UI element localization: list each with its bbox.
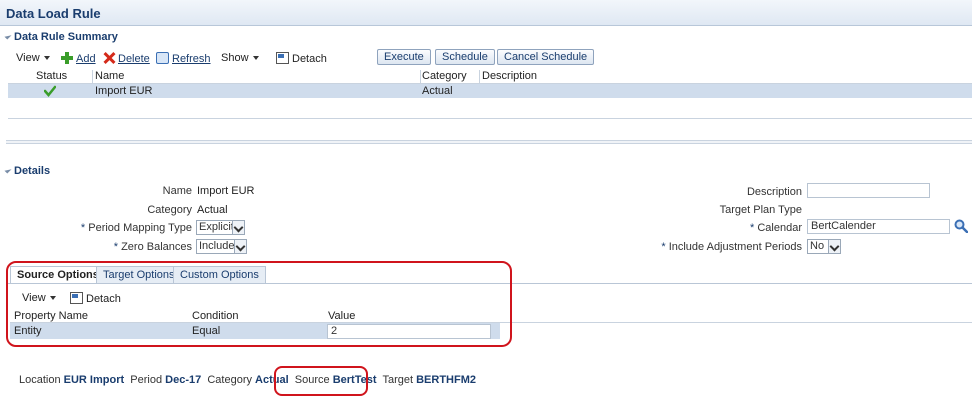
highlight-box-source	[274, 366, 368, 396]
required-marker: *	[113, 241, 118, 253]
description-label: Description	[746, 186, 802, 198]
include-adjustment-select[interactable]: No	[807, 239, 841, 254]
calendar-label: * Calendar	[750, 222, 802, 234]
detach-label: Detach	[292, 53, 327, 65]
name-label: Name	[162, 185, 192, 197]
delete-icon	[103, 52, 115, 64]
name-value: Import EUR	[197, 185, 255, 197]
column-header-name[interactable]: Name	[95, 70, 124, 82]
chevron-down-icon	[43, 56, 50, 60]
period-mapping-value: Explicit	[199, 221, 234, 233]
target-value: BERTHFM2	[416, 374, 476, 386]
zero-balances-label: * Zero Balances	[114, 241, 192, 253]
chevron-down-icon[interactable]	[828, 240, 840, 253]
target-label: Target	[382, 374, 414, 386]
detach-button[interactable]: Detach	[276, 52, 327, 65]
chevron-down-icon	[252, 56, 259, 60]
delete-button[interactable]: Delete	[103, 52, 150, 65]
collapse-icon[interactable]	[4, 32, 12, 40]
target-plan-type-label: Target Plan Type	[719, 204, 802, 216]
column-header-status[interactable]: Status	[36, 70, 67, 82]
details-section-header[interactable]: Details	[4, 165, 51, 177]
refresh-icon	[156, 52, 169, 64]
splitter-handle[interactable]	[6, 140, 972, 144]
details-header-label: Details	[14, 165, 51, 177]
period-mapping-select[interactable]: Explicit	[196, 220, 245, 235]
required-marker: *	[750, 222, 755, 234]
row-name: Import EUR	[95, 85, 153, 97]
delete-label: Delete	[118, 53, 150, 65]
category-label: Category	[147, 204, 192, 216]
calendar-input[interactable]: BertCalender	[807, 219, 950, 234]
show-menu[interactable]: Show	[221, 52, 259, 64]
add-icon	[61, 52, 73, 64]
summary-table-header: Status Name Category Description	[8, 70, 972, 84]
chevron-down-icon[interactable]	[234, 240, 246, 253]
required-marker: *	[661, 241, 666, 253]
view-label: View	[16, 52, 40, 64]
add-label: Add	[76, 53, 96, 65]
required-marker: *	[80, 222, 86, 234]
category-footer-label: Category	[207, 374, 252, 386]
add-button[interactable]: Add	[61, 52, 96, 65]
period-mapping-label-text: Period Mapping Type	[88, 222, 192, 234]
status-footer: Location EUR Import Period Dec-17 Catego…	[19, 374, 476, 386]
refresh-button[interactable]: Refresh	[156, 52, 211, 65]
row-category: Actual	[422, 85, 453, 97]
check-icon	[44, 85, 56, 97]
title-bar: Data Load Rule	[0, 0, 972, 26]
show-label: Show	[221, 52, 249, 64]
description-input[interactable]	[807, 183, 930, 198]
search-icon[interactable]	[954, 219, 968, 233]
calendar-label-text: Calendar	[757, 222, 802, 234]
period-label: Period	[130, 374, 163, 386]
execute-button[interactable]: Execute	[377, 49, 431, 65]
table-bottom-border	[8, 118, 972, 119]
zero-balances-value: Include	[199, 240, 235, 252]
location-label: Location	[19, 374, 61, 386]
zero-balances-select[interactable]: Include	[196, 239, 247, 254]
include-adjustment-label: * Include Adjustment Periods	[661, 241, 802, 253]
location-value: EUR Import	[63, 374, 125, 386]
detach-icon	[276, 52, 289, 64]
column-header-description[interactable]: Description	[482, 70, 537, 82]
table-row[interactable]: Import EUR Actual	[8, 84, 972, 98]
zero-balances-label-text: Zero Balances	[121, 241, 192, 253]
summary-header-label: Data Rule Summary	[14, 31, 118, 43]
chevron-down-icon[interactable]	[232, 221, 244, 234]
category-value: Actual	[197, 204, 228, 216]
include-adjustment-label-text: Include Adjustment Periods	[668, 241, 802, 253]
page-title: Data Load Rule	[6, 6, 101, 21]
period-mapping-label: * Period Mapping Type	[81, 222, 192, 234]
highlight-box-source-options	[6, 261, 512, 347]
view-menu[interactable]: View	[16, 52, 50, 64]
refresh-label: Refresh	[172, 53, 211, 65]
period-value: Dec-17	[165, 374, 202, 386]
schedule-button[interactable]: Schedule	[435, 49, 495, 65]
cancel-schedule-button[interactable]: Cancel Schedule	[497, 49, 595, 65]
include-adjustment-value: No	[810, 240, 825, 252]
column-header-category[interactable]: Category	[422, 70, 467, 82]
collapse-icon[interactable]	[4, 166, 12, 174]
summary-section-header[interactable]: Data Rule Summary	[4, 31, 118, 43]
